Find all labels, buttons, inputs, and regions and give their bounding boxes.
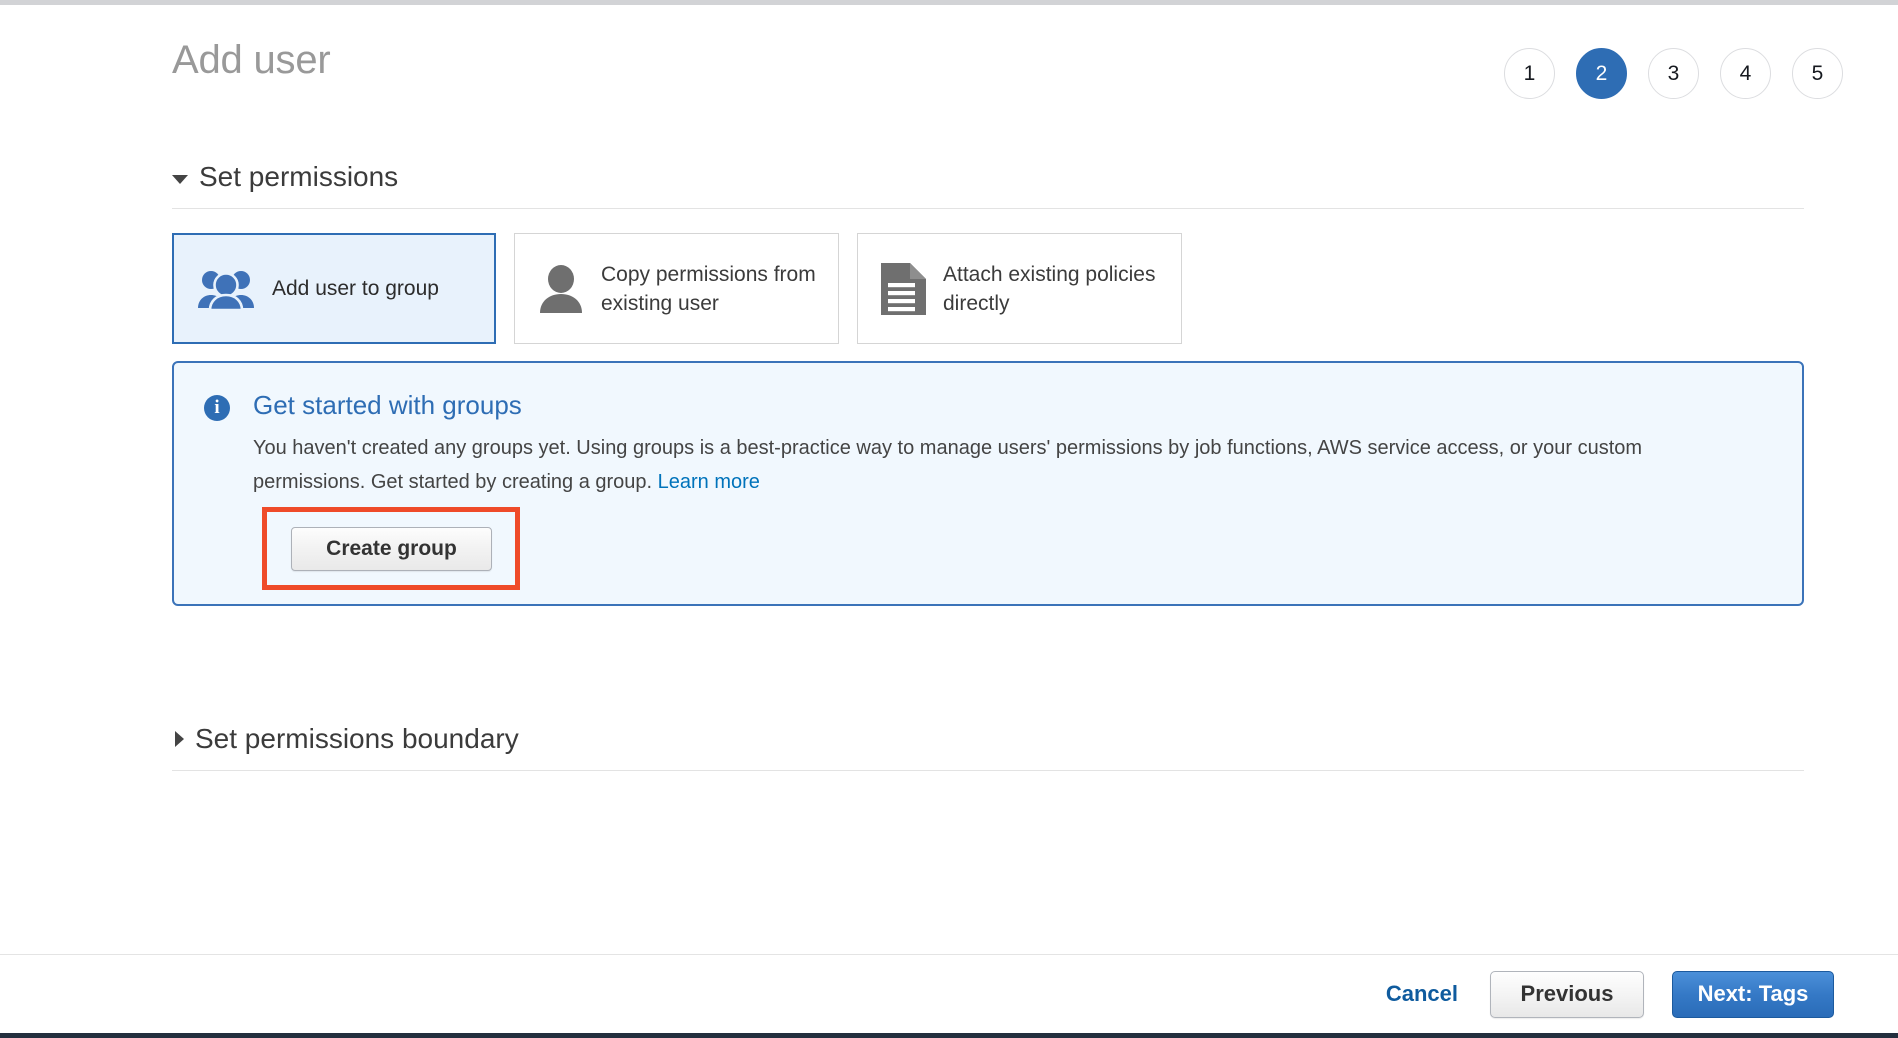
set-permissions-header[interactable]: Set permissions <box>172 160 1804 208</box>
user-icon <box>538 264 584 313</box>
previous-button[interactable]: Previous <box>1490 970 1644 1018</box>
step-2[interactable]: 2 <box>1576 48 1627 99</box>
bottom-accent-bar <box>0 1033 1898 1038</box>
caret-down-icon <box>172 174 188 184</box>
set-permissions-boundary-title: Set permissions boundary <box>195 723 519 754</box>
step-indicator: 1 2 3 4 5 <box>1504 48 1843 99</box>
info-panel-body: You haven't created any groups yet. Usin… <box>253 431 1723 499</box>
add-user-wizard: Add user 1 2 3 4 5 Set permissions Add u… <box>0 0 1898 1038</box>
next-tags-button[interactable]: Next: Tags <box>1672 970 1834 1018</box>
top-accent-bar <box>0 0 1898 5</box>
option-label: Copy permissions from existing user <box>601 262 816 315</box>
info-circle-icon: i <box>204 395 230 421</box>
set-permissions-title: Set permissions <box>199 161 399 192</box>
user-group-icon <box>197 268 255 311</box>
option-label: Add user to group <box>272 277 439 300</box>
step-1[interactable]: 1 <box>1504 48 1555 99</box>
info-panel-body-text: You haven't created any groups yet. Usin… <box>253 437 1643 493</box>
caret-right-icon <box>175 731 184 747</box>
option-add-user-to-group[interactable]: Add user to group <box>172 233 496 344</box>
option-copy-permissions-from-existing-user[interactable]: Copy permissions from existing user <box>514 233 839 344</box>
create-group-button[interactable]: Create group <box>291 527 492 571</box>
learn-more-link[interactable]: Learn more <box>658 471 760 493</box>
permission-option-cards: Add user to group Copy permissions from … <box>172 233 1804 344</box>
step-3[interactable]: 3 <box>1648 48 1699 99</box>
step-5[interactable]: 5 <box>1792 48 1843 99</box>
wizard-footer: Cancel Previous Next: Tags <box>0 955 1898 1033</box>
set-permissions-section: Set permissions Add user to group Copy p… <box>172 160 1804 344</box>
section-divider <box>172 770 1804 771</box>
cancel-button[interactable]: Cancel <box>1382 975 1462 1013</box>
option-label: Attach existing policies directly <box>943 262 1156 315</box>
document-icon <box>881 262 926 315</box>
step-4[interactable]: 4 <box>1720 48 1771 99</box>
option-attach-existing-policies-directly[interactable]: Attach existing policies directly <box>857 233 1182 344</box>
set-permissions-boundary-section: Set permissions boundary <box>172 722 1804 771</box>
info-panel-title[interactable]: Get started with groups <box>253 389 1772 421</box>
page-title: Add user <box>172 38 331 82</box>
section-divider <box>172 208 1804 209</box>
set-permissions-boundary-header[interactable]: Set permissions boundary <box>172 722 1804 770</box>
